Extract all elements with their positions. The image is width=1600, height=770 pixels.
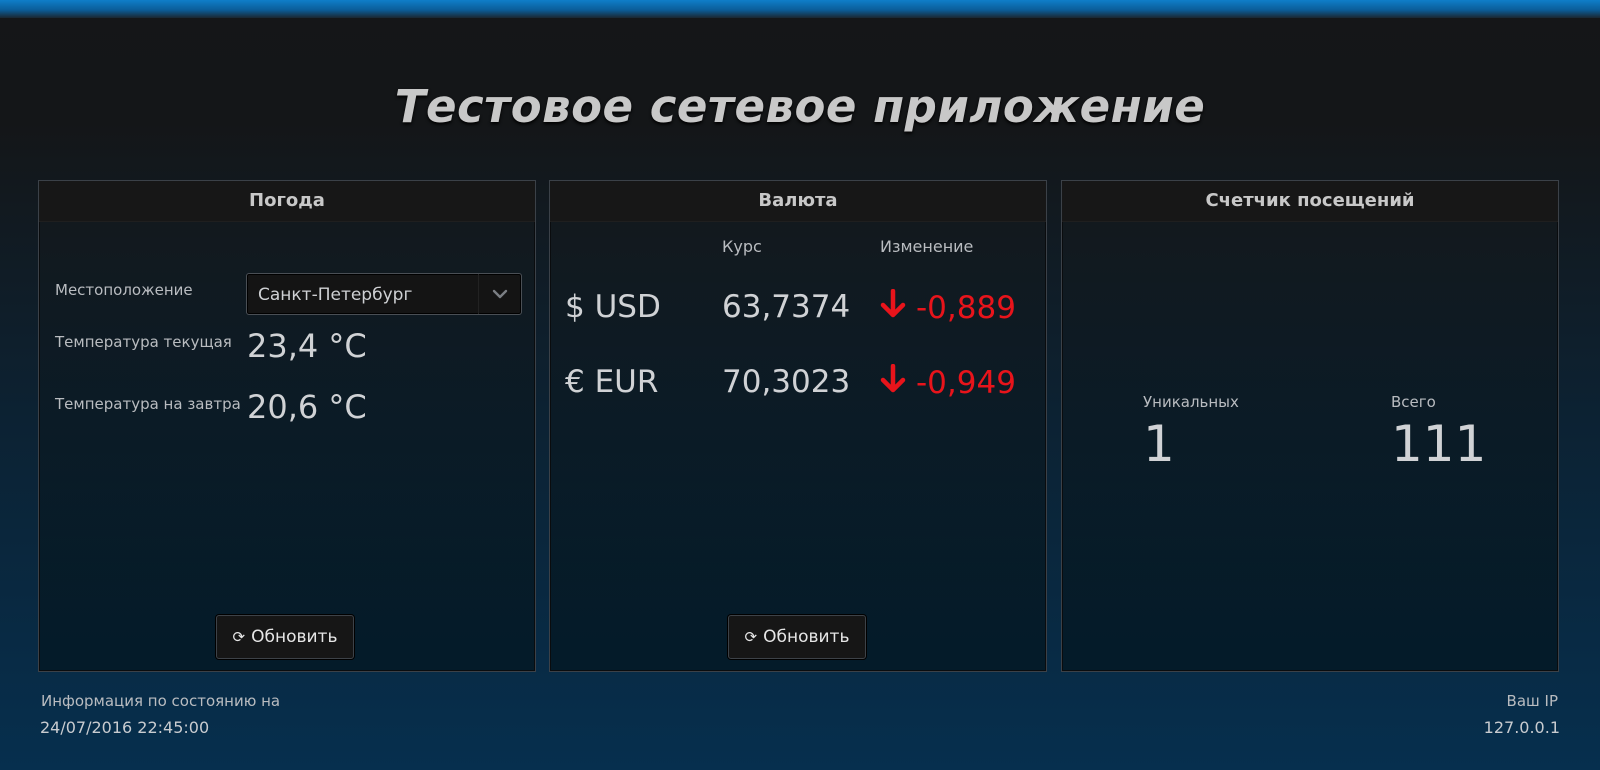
temp-now-label: Температура текущая <box>55 333 232 351</box>
chevron-down-icon[interactable] <box>478 274 521 314</box>
usd-name: $ USD <box>565 289 661 325</box>
weather-panel: Погода Местоположение Санкт-Петербург Те… <box>38 180 536 672</box>
visits-panel: Счетчик посещений Уникальных 1 Всего 111 <box>1061 180 1559 672</box>
eur-name: € EUR <box>565 364 659 400</box>
info-timestamp-value: 24/07/2016 22:45:00 <box>40 718 210 737</box>
location-select[interactable]: Санкт-Петербург <box>246 273 522 315</box>
weather-refresh-button[interactable]: ⟳ Обновить <box>216 615 354 659</box>
arrow-down-icon <box>880 288 906 327</box>
usd-rate: 63,7374 <box>722 289 851 325</box>
refresh-icon: ⟳ <box>232 628 246 646</box>
weather-refresh-label: Обновить <box>251 627 338 647</box>
location-select-value: Санкт-Петербург <box>258 285 413 305</box>
currency-panel-header: Валюта <box>550 181 1046 222</box>
visits-panel-header: Счетчик посещений <box>1062 181 1558 222</box>
temp-tomorrow-value: 20,6 °C <box>247 388 367 426</box>
currency-panel: Валюта Курс Изменение $ USD 63,7374 -0,8… <box>549 180 1047 672</box>
total-visits-value: 111 <box>1391 415 1487 473</box>
info-timestamp-label: Информация по состоянию на <box>41 692 281 710</box>
ip-value: 127.0.0.1 <box>1483 718 1560 737</box>
arrow-down-icon <box>880 363 906 402</box>
eur-rate: 70,3023 <box>722 364 851 400</box>
location-label: Местоположение <box>55 281 193 299</box>
currency-refresh-label: Обновить <box>763 627 850 647</box>
unique-visits-label: Уникальных <box>1143 393 1239 411</box>
usd-change-value: -0,889 <box>916 290 1016 326</box>
temp-now-value: 23,4 °C <box>247 327 367 365</box>
ip-label: Ваш IP <box>1506 692 1558 710</box>
currency-refresh-button[interactable]: ⟳ Обновить <box>728 615 866 659</box>
weather-panel-header: Погода <box>39 181 535 222</box>
top-accent-bar <box>0 0 1600 18</box>
temp-tomorrow-label: Температура на завтра <box>55 395 241 413</box>
rate-column-header: Курс <box>722 237 762 256</box>
usd-change: -0,889 <box>880 288 1016 327</box>
refresh-icon: ⟳ <box>744 628 758 646</box>
total-visits-label: Всего <box>1391 393 1436 411</box>
eur-change: -0,949 <box>880 363 1016 402</box>
eur-change-value: -0,949 <box>916 365 1016 401</box>
unique-visits-value: 1 <box>1143 415 1175 473</box>
page-title: Тестовое сетевое приложение <box>394 80 1206 133</box>
change-column-header: Изменение <box>880 237 974 256</box>
